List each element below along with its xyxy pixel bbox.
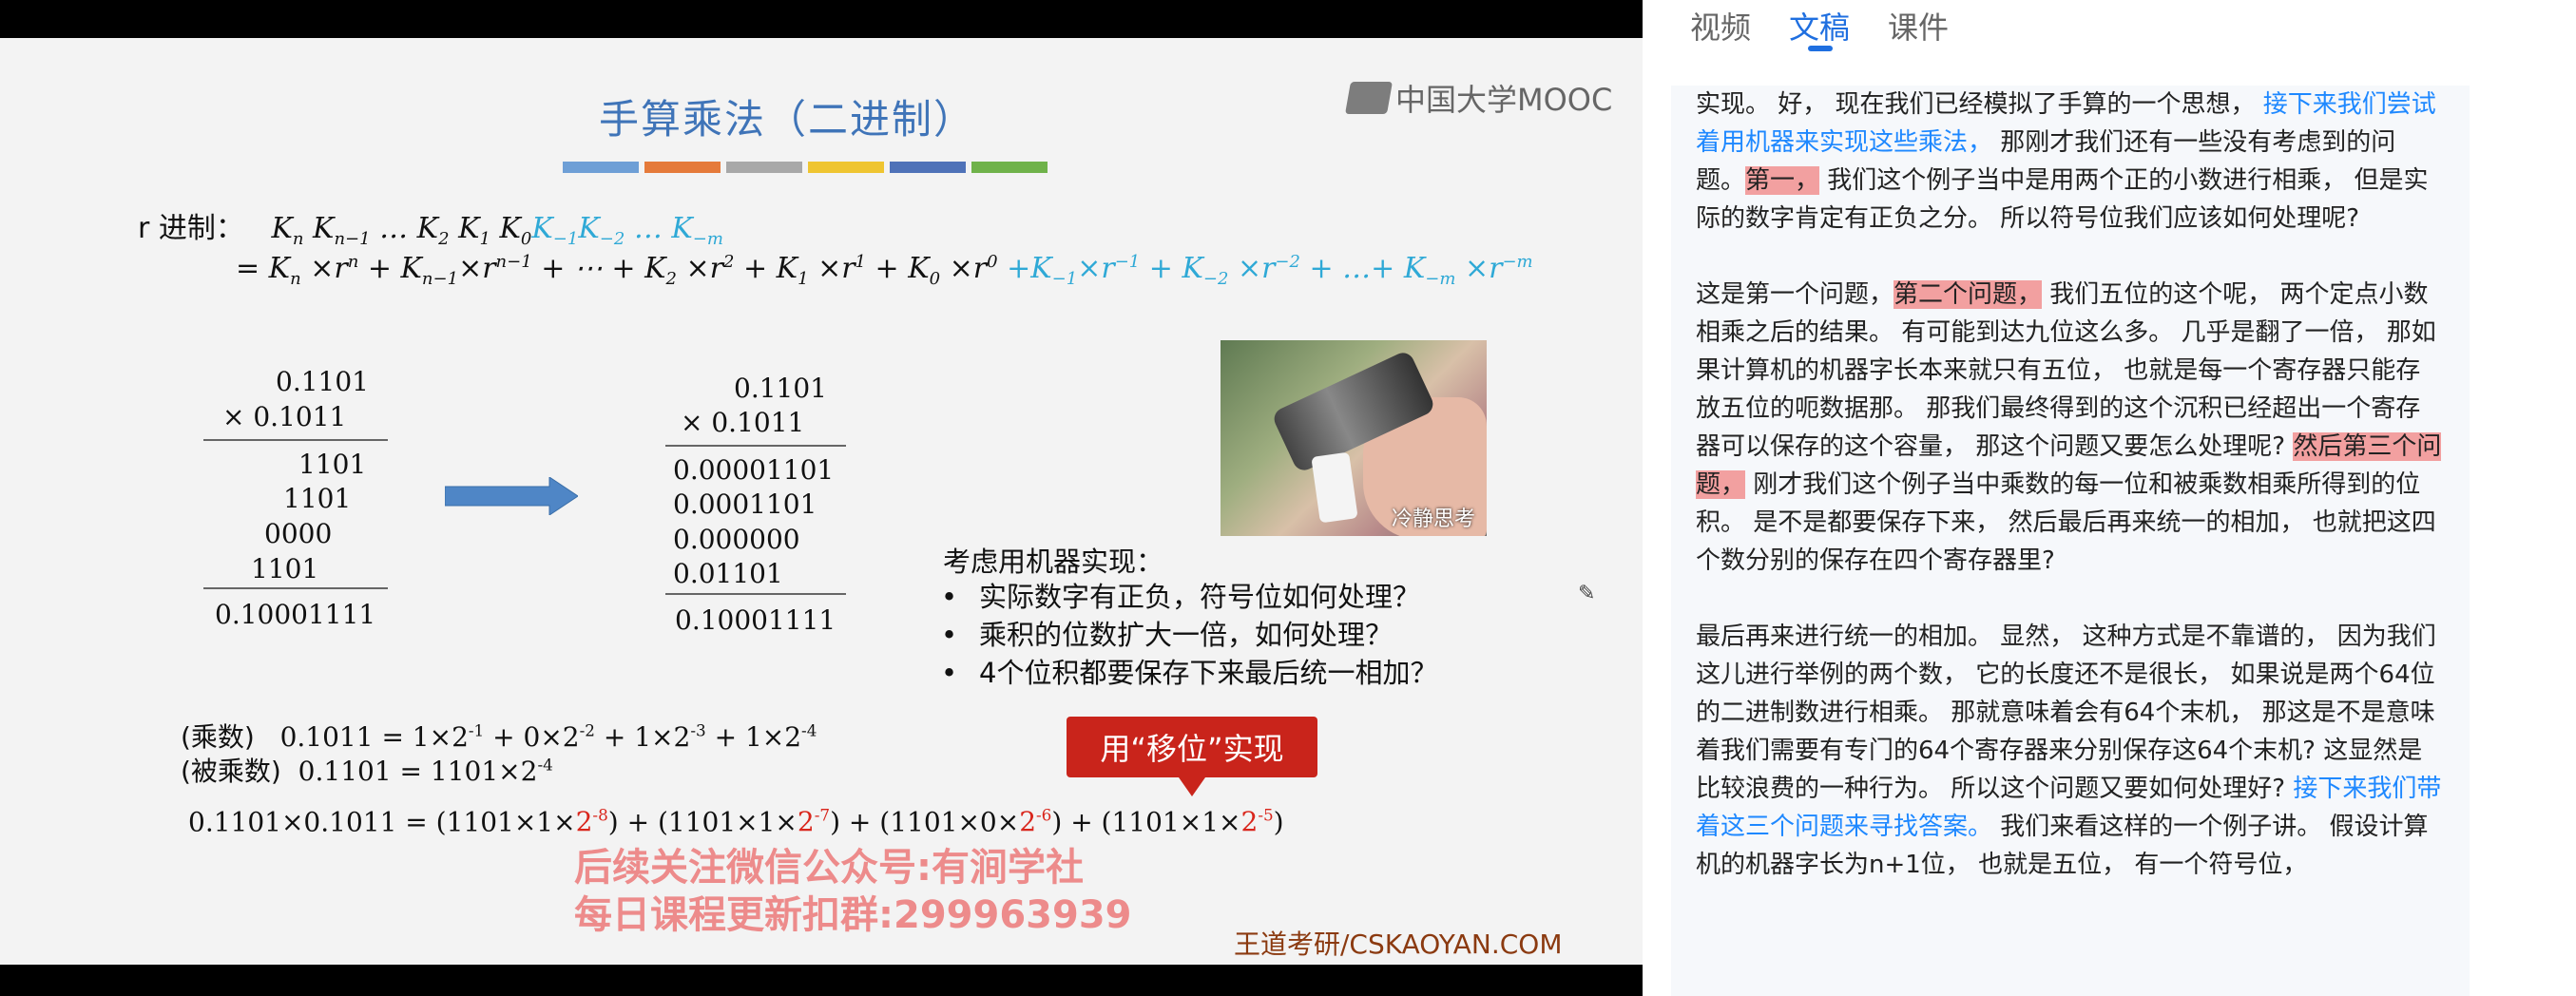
product-expansion: 0.1101×0.1011 = (1101×1×2-8) + (1101×1×2…	[188, 806, 1284, 838]
radix-label: r 进制：	[138, 212, 244, 245]
mul-left-operand2: × 0.1011	[222, 401, 347, 432]
shift-callout: 用“移位”实现	[1067, 717, 1317, 796]
photo-tube	[1311, 451, 1358, 524]
mul-right-operand2: × 0.1011	[681, 407, 805, 438]
mul-right-result: 0.10001111	[675, 604, 836, 636]
photo-caption: 冷静思考	[1391, 508, 1475, 531]
swatch	[890, 162, 966, 173]
video-bottom-bar	[0, 965, 1643, 996]
swatch	[563, 162, 639, 173]
mul-left-pp1: 1101	[298, 449, 367, 480]
mooc-logo-text: 中国大学MOOC	[1395, 82, 1613, 118]
tab-video[interactable]: 视频	[1690, 0, 1751, 57]
mul-left-result: 0.10001111	[215, 599, 376, 630]
video-top-bar	[0, 0, 1643, 38]
transcript-panel[interactable]: 实现。 好， 现在我们已经模拟了手算的一个思想， 接下来我们尝试着用机器来实现这…	[1671, 86, 2470, 996]
pencil-icon[interactable]: ✎	[1578, 582, 1599, 605]
slide-canvas: 手算乘法（二进制） 中国大学MOOC r 进制： Kn Kn−1 … K2 K1…	[0, 38, 1643, 965]
transcript-paragraph: 最后再来进行统一的相加。 显然， 这种方式是不靠谱的， 因为我们这儿进行举例的两…	[1696, 618, 2445, 884]
video-player[interactable]: 手算乘法（二进制） 中国大学MOOC r 进制： Kn Kn−1 … K2 K1…	[0, 0, 1643, 996]
mul-right-pp2: 0.0001101	[673, 488, 817, 520]
side-panel: 视频 文稿 课件 实现。 好， 现在我们已经模拟了手算的一个思想， 接下来我们尝…	[1643, 0, 2576, 996]
mul-right-pp1: 0.00001101	[673, 454, 835, 486]
consider-item: 4个位积都要保存下来最后统一相加？	[941, 654, 1437, 692]
tab-courseware[interactable]: 课件	[1888, 0, 1949, 57]
consider-item: 乘积的位数扩大一倍，如何处理？	[941, 616, 1437, 654]
multiplier-label: (乘数)	[181, 721, 255, 753]
color-swatch-bar	[563, 162, 1048, 173]
right-arrow-icon	[445, 477, 578, 515]
transcript-text: 刚才我们这个例子当中乘数的每一位和被乘数相乘所得到的位积。 是不是都要保存下来，…	[1696, 470, 2436, 575]
mul-left-pp4: 1101	[251, 553, 319, 584]
consider-heading: 考虑用机器实现：	[943, 546, 1164, 578]
swatch	[726, 162, 802, 173]
mul-right-operand1: 0.1101	[734, 373, 827, 404]
thinking-photo: 冷静思考	[1221, 340, 1487, 536]
transcript-paragraph: 这是第一个问题，第二个问题， 我们五位的这个呢， 两个定点小数相乘之后的结果。 …	[1696, 276, 2445, 580]
mul-left-pp2: 1101	[283, 483, 352, 514]
swatch	[808, 162, 884, 173]
mul-left-rule2	[203, 587, 388, 589]
transcript-highlight: 第二个问题，	[1894, 280, 2043, 309]
mooc-logo-icon	[1345, 82, 1393, 114]
tab-bar: 视频 文稿 课件	[1690, 0, 1949, 57]
multiplier-line: (乘数) 0.1011 = 1×2-1 + 0×2-2 + 1×2-3 + 1×…	[181, 720, 817, 753]
footer-brand: 王道考研/CSKAOYAN.COM	[1234, 929, 1563, 960]
mooc-logo: 中国大学MOOC	[1345, 76, 1613, 120]
mul-right-rule2	[665, 593, 846, 595]
slide-title: 手算乘法（二进制）	[599, 96, 976, 143]
consider-list: 实际数字有正负，符号位如何处理？ 乘积的位数扩大一倍，如何处理？ 4个位积都要保…	[941, 578, 1437, 692]
transcript-highlight: 第一，	[1745, 166, 1820, 195]
radix-formula-line2: = Kn ×rn + Kn−1×rn−1 + ⋯ + K2 ×r2 + K1 ×…	[236, 252, 1533, 289]
mul-right-pp3: 0.000000	[673, 524, 800, 555]
multiplicand-label: (被乘数)	[181, 756, 281, 787]
watermark-line2: 每日课程更新扣群:299963939	[574, 893, 1132, 937]
transcript-paragraph: 实现。 好， 现在我们已经模拟了手算的一个思想， 接下来我们尝试着用机器来实现这…	[1696, 86, 2445, 238]
transcript-text: 这是第一个问题，	[1696, 280, 1894, 309]
mul-left-rule1	[203, 439, 388, 441]
swatch	[644, 162, 721, 173]
tab-transcript[interactable]: 文稿	[1789, 0, 1850, 57]
mul-left-pp3: 0000	[264, 518, 333, 549]
mul-right-pp4: 0.01101	[673, 558, 783, 589]
mul-right-rule1	[665, 445, 846, 447]
radix-formula-line1: r 进制： Kn Kn−1 … K2 K1 K0K−1K−2 … K−m	[138, 212, 723, 249]
transcript-text: 实现。 好， 现在我们已经模拟了手算的一个思想，	[1696, 90, 2263, 119]
mul-left-operand1: 0.1101	[276, 366, 369, 397]
multiplicand-line: (被乘数) 0.1101 = 1101×2-4	[181, 755, 553, 787]
consider-item: 实际数字有正负，符号位如何处理？	[941, 578, 1437, 616]
swatch	[971, 162, 1048, 173]
